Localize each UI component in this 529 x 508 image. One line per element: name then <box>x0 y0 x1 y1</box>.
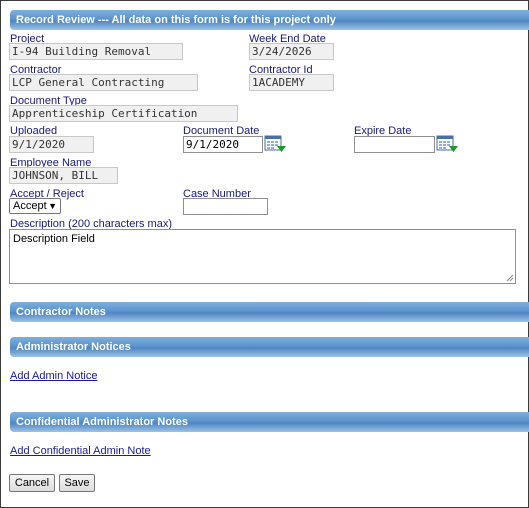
contractor-field: LCP General Contracting <box>9 74 198 91</box>
calendar-icon[interactable] <box>264 135 286 153</box>
accept-reject-select[interactable]: Accept ▼ <box>9 198 61 214</box>
resize-grip-icon[interactable] <box>506 274 514 282</box>
add-confidential-note-link[interactable]: Add Confidential Admin Note <box>10 445 151 457</box>
calendar-icon[interactable] <box>436 135 458 153</box>
uploaded-field: 9/1/2020 <box>9 136 94 153</box>
administrator-notices-header[interactable]: Administrator Notices <box>10 337 529 357</box>
confidential-notes-header[interactable]: Confidential Administrator Notes <box>10 412 529 432</box>
week-end-date-field: 3/24/2026 <box>249 43 334 60</box>
project-field: I-94 Building Removal <box>9 43 183 60</box>
chevron-down-icon: ▼ <box>48 201 57 211</box>
description-textarea[interactable]: Description Field <box>9 229 516 284</box>
contractor-notes-header[interactable]: Contractor Notes <box>10 302 529 322</box>
description-text: Description Field <box>13 233 95 245</box>
add-admin-notice-link[interactable]: Add Admin Notice <box>10 370 97 382</box>
expire-date-input[interactable] <box>354 136 435 153</box>
accept-reject-value: Accept <box>13 200 47 212</box>
case-number-input[interactable] <box>183 198 268 215</box>
contractor-id-field: 1ACADEMY <box>249 74 334 91</box>
document-date-input[interactable]: 9/1/2020 <box>183 136 263 153</box>
document-type-field: Apprenticeship Certification <box>9 105 238 122</box>
save-button[interactable]: Save <box>59 474 95 492</box>
employee-name-field: JOHNSON, BILL <box>9 167 118 184</box>
cancel-button[interactable]: Cancel <box>9 474 55 492</box>
record-review-header: Record Review --- All data on this form … <box>10 10 529 30</box>
